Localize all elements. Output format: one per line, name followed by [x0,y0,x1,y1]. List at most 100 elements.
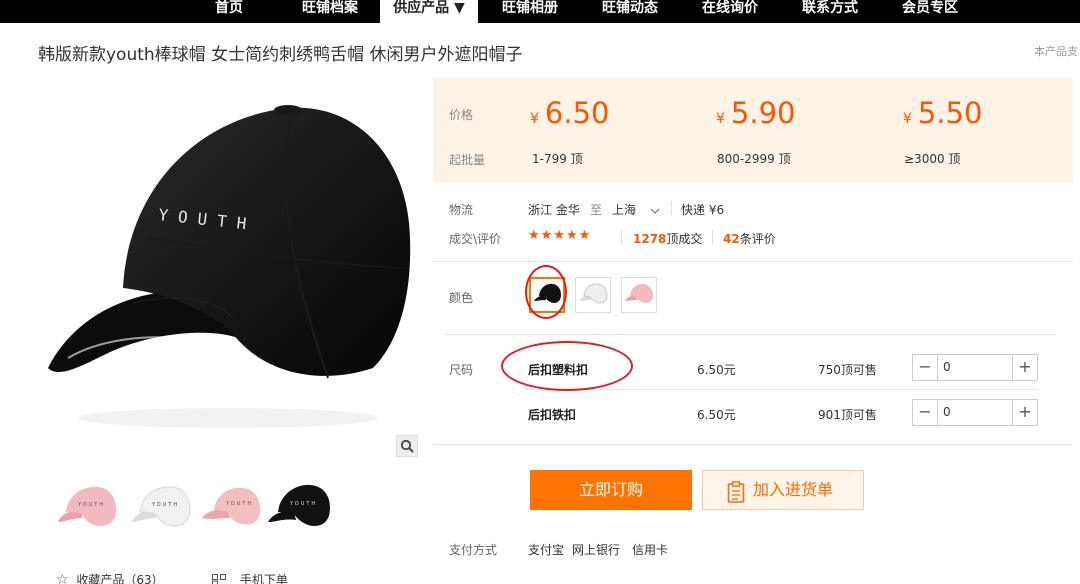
payment-credit-card: 信用卡 [632,543,669,557]
ship-to-value: 上海 [612,203,637,217]
price-tier-2: ¥5.90 [716,96,796,130]
nav-shop-profile[interactable]: 旺铺档案 [286,0,374,23]
reviews-link[interactable]: 42条评价 [723,230,776,247]
quantity-stepper-plastic: − + [912,354,1038,381]
section-divider [445,334,1057,335]
nav-member[interactable]: 会员专区 [886,0,974,23]
nav-contact[interactable]: 联系方式 [786,0,874,23]
product-support-note: 本产品支 [1034,45,1078,58]
svg-text:YOUTH: YOUTH [225,501,253,507]
star-outline-icon: ☆ [56,572,69,584]
size-option-plastic-stock: 750顶可售 [818,363,877,377]
color-label: 颜色 [449,291,474,305]
increment-button[interactable]: + [1012,355,1037,380]
section-divider [433,261,1073,262]
nav-products[interactable]: 供应产品 ▼ [380,0,478,23]
chevron-down-icon [650,203,660,217]
main-product-image[interactable]: YOUTH [38,78,418,458]
currency-symbol: ¥ [903,111,912,127]
quantity-stepper-metal: − + [912,399,1038,426]
payment-label: 支付方式 [449,543,498,557]
payment-alipay: 支付宝 [528,543,565,557]
currency-symbol: ¥ [716,111,725,127]
pink-cap-swatch-icon [625,283,653,303]
svg-text:YOUTH: YOUTH [77,502,105,508]
review-count: 42 [723,232,740,246]
decrement-button[interactable]: − [913,400,938,425]
quantity-input-plastic[interactable] [943,355,1011,380]
price-tier-3-range: ≥3000 顶 [904,152,961,166]
logistics-label: 物流 [449,203,474,217]
white-cap-swatch-icon [579,283,608,304]
rating-label: 成交\评价 [449,232,502,246]
color-swatch-black[interactable] [529,277,565,313]
nav-album[interactable]: 旺铺相册 [486,0,574,23]
price-tier-2-amount: 5.90 [730,96,796,130]
product-title: 韩版新款youth棒球帽 女士简约刺绣鸭舌帽 休闲男户外遮阳帽子 [38,45,523,65]
color-swatch-pink[interactable] [621,277,657,313]
magnifier-icon [400,439,414,453]
size-option-metal-stock: 901顶可售 [818,408,877,422]
add-to-cart-label: 加入进货单 [753,480,834,499]
shipping-fee: 快递 ¥6 [681,203,725,217]
ship-to-select[interactable]: 上海 [612,201,660,218]
zoom-button[interactable] [396,435,418,457]
price-tier-3-amount: 5.50 [917,96,983,130]
svg-text:YOUTH: YOUTH [151,502,179,508]
mobile-order-label: 手机下单 [239,573,288,584]
quantity-input-metal[interactable] [943,400,1011,425]
batch-label: 起批量 [449,153,486,167]
currency-symbol: ¥ [530,111,539,127]
price-tier-1-amount: 6.50 [544,96,610,130]
row-divider [524,389,1038,390]
white-cap-thumbnail: YOUTH [132,486,191,527]
thumbnail-white[interactable]: YOUTH [126,478,194,536]
black-cap-swatch-icon [534,283,561,303]
price-tier-2-range: 800-2999 顶 [717,152,791,166]
thumbnail-pink[interactable]: YOUTH [52,478,120,536]
size-option-metal: 后扣铁扣 [528,408,577,422]
favorite-label: 收藏产品（63） [76,573,164,584]
size-label: 尺码 [449,363,474,377]
nav-news[interactable]: 旺铺动态 [586,0,674,23]
clipboard-icon [727,479,745,517]
buy-now-button[interactable]: 立即订购 [530,470,692,510]
review-suffix: 条评价 [739,232,776,246]
star-rating-icon: ★★★★★ [528,228,592,243]
deals-count-link[interactable]: 1278顶成交 [633,230,702,247]
divider [671,201,672,215]
favorite-link[interactable]: ☆ 收藏产品（63） [56,571,164,584]
color-swatch-white[interactable] [575,277,611,313]
decrement-button[interactable]: − [913,355,938,380]
black-cap-thumbnail: YOUTH [268,484,330,526]
section-divider [433,444,1073,445]
pink-cap-thumbnail: YOUTH [58,486,116,526]
add-to-cart-button[interactable]: 加入进货单 [702,470,864,510]
price-tier-1-range: 1-799 顶 [532,152,583,166]
size-option-plastic-price: 6.50元 [697,363,736,377]
size-option-metal-price: 6.50元 [697,408,736,422]
qr-code-icon [212,574,226,584]
thumbnail-pink-2[interactable]: YOUTH [198,478,266,536]
ship-from: 浙江 金华 [528,203,580,217]
nav-inquiry[interactable]: 在线询价 [686,0,774,23]
top-navigation: 首页 旺铺档案 供应产品 ▼ 旺铺相册 旺铺动态 在线询价 联系方式 会员专区 [0,0,1080,23]
divider [712,230,713,244]
deals-count: 1278 [633,232,667,246]
payment-online-bank: 网上银行 [572,543,621,557]
price-tier-3: ¥5.50 [903,96,983,130]
increment-button[interactable]: + [1012,400,1037,425]
cap-illustration: YOUTH [48,105,411,428]
ship-to-word: 至 [590,203,603,217]
pink-cap-thumbnail-2: YOUTH [202,487,260,525]
mobile-order-link[interactable]: 手机下单 [212,571,288,584]
nav-home[interactable]: 首页 [200,0,258,23]
price-tier-1: ¥6.50 [530,96,610,130]
price-panel: 价格 起批量 ¥6.50 1-799 顶 ¥5.90 800-2999 顶 ¥5… [433,78,1073,183]
size-option-plastic: 后扣塑料扣 [528,363,589,377]
svg-text:YOUTH: YOUTH [289,501,317,507]
price-label: 价格 [449,108,474,122]
divider [621,230,622,244]
thumbnail-black[interactable]: YOUTH [266,478,334,536]
deals-suffix: 顶成交 [666,232,703,246]
